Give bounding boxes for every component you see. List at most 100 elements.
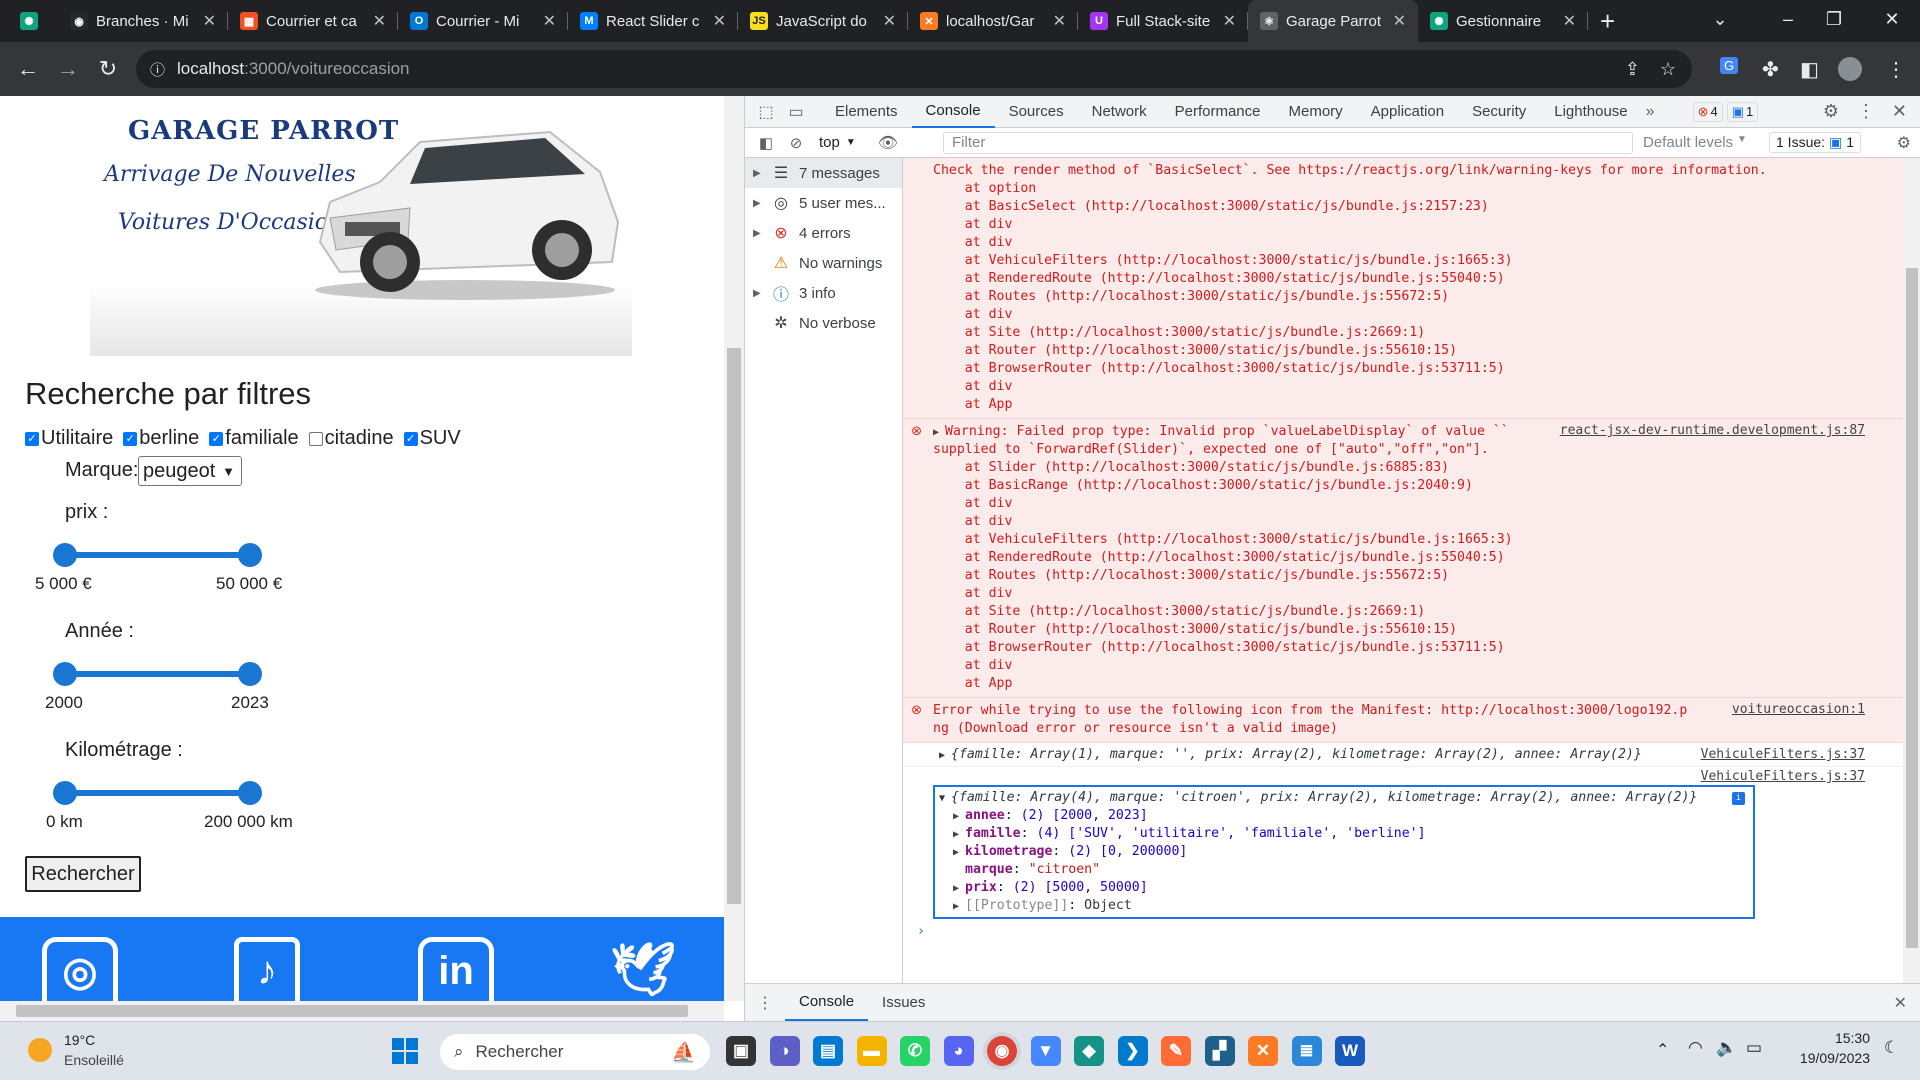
object-property[interactable]: ▶ famille: (4) ['SUV', 'utilitaire', 'fa… — [935, 825, 1753, 843]
drawer-tab-console[interactable]: Console — [785, 985, 869, 1021]
browser-tab[interactable]: M React Slider c ✕ — [568, 0, 738, 42]
new-tab-button[interactable]: + — [1588, 0, 1627, 42]
devtools-tab-memory[interactable]: Memory — [1275, 96, 1357, 128]
expand-triangle-icon[interactable]: ▶ — [953, 847, 965, 858]
object-property[interactable]: ▶ kilometrage: (2) [0, 200000] — [935, 843, 1753, 861]
sidebar-item[interactable]: ▶ ☰ 7 messages — [745, 158, 902, 188]
browser-tab[interactable]: ✕ localhost/Gar ✕ — [908, 0, 1078, 42]
object-info-icon[interactable]: i — [1732, 792, 1745, 805]
extensions-puzzle-icon[interactable]: ✤ — [1762, 57, 1779, 82]
twitter-icon[interactable]: 🕊 — [605, 937, 681, 1001]
devtools-tab-security[interactable]: Security — [1458, 96, 1540, 128]
expand-triangle-icon[interactable]: ▶ — [933, 427, 945, 438]
live-expression-eye-icon[interactable]: 👁 — [878, 133, 898, 153]
annee-min-thumb[interactable] — [53, 662, 77, 686]
mysql-icon[interactable]: ▞ — [1204, 1036, 1235, 1066]
drawer-menu-icon[interactable]: ⋮ — [757, 993, 773, 1013]
page-horizontal-scrollbar[interactable] — [0, 1001, 724, 1021]
console-log-2-expanded[interactable]: ▼ {famille: Array(4), marque: 'citroen', … — [933, 785, 1755, 919]
checkbox-unchecked-icon[interactable] — [308, 431, 323, 446]
object-property[interactable]: ▶ [[Prototype]]: Object — [935, 897, 1753, 915]
checkbox-checked-icon[interactable]: ✓ — [123, 431, 138, 446]
error-counter[interactable]: ⊗ 4 — [1692, 101, 1723, 122]
share-icon[interactable]: ⇪ — [1625, 59, 1640, 80]
browser-tab[interactable]: O Courrier - Mi ✕ — [398, 0, 568, 42]
device-toolbar-icon[interactable]: ▭ — [781, 102, 811, 122]
object-property[interactable]: ▶ prix: (2) [5000, 50000] — [935, 879, 1753, 897]
browser-tab[interactable]: ◉ Branches · Mi ✕ — [58, 0, 228, 42]
message-counter[interactable]: ▣ 1 — [1726, 101, 1759, 122]
tiktok-icon[interactable]: ♪ — [234, 937, 300, 1001]
notifications-moon-icon[interactable]: ☾ — [1884, 1038, 1899, 1058]
tab-search-button[interactable]: ✺ — [0, 0, 58, 42]
discord-icon[interactable]: ◕ — [943, 1036, 974, 1066]
checkbox-citadine[interactable]: citadine — [308, 427, 394, 450]
close-window-button[interactable]: ✕ — [1870, 0, 1914, 38]
sidebar-item[interactable]: ⚠ No warnings — [745, 248, 902, 278]
inspect-element-icon[interactable]: ⬚ — [751, 102, 781, 122]
browser-tab[interactable]: ⚛ Garage Parrot ✕ — [1248, 0, 1418, 42]
expand-triangle-icon[interactable]: ▶ — [953, 901, 965, 912]
windows-start-icon[interactable] — [392, 1038, 418, 1064]
expand-triangle-icon[interactable] — [953, 865, 965, 876]
sidebar-item[interactable]: ▶ ◎ 5 user mes... — [745, 188, 902, 218]
object-property[interactable]: ▶ annee: (2) [2000, 2023] — [935, 807, 1753, 825]
context-selector[interactable]: top ▼ — [819, 134, 856, 151]
address-bar[interactable]: ⓘ localhost:3000/voitureoccasion ⇪ ☆ — [136, 50, 1692, 88]
checkbox-checked-icon[interactable]: ✓ — [403, 431, 418, 446]
site-info-icon[interactable]: ⓘ — [150, 59, 165, 80]
more-tabs-chevron-icon[interactable]: » — [1646, 103, 1655, 121]
checkbox-familiale[interactable]: ✓ familiale — [209, 427, 299, 450]
wifi-icon[interactable]: ◠ — [1688, 1038, 1703, 1058]
gitkraken-icon[interactable]: ◆ — [1074, 1036, 1104, 1066]
close-tab-icon[interactable]: ✕ — [713, 11, 726, 31]
page-vertical-scrollbar[interactable] — [724, 96, 744, 1001]
checkbox-suv[interactable]: ✓ SUV — [403, 427, 461, 450]
expand-triangle-icon[interactable]: ▶ — [953, 811, 965, 822]
prix-slider-track[interactable] — [65, 552, 250, 558]
browser-tab[interactable]: ✺ Gestionnaire ✕ — [1418, 0, 1588, 42]
weather-label[interactable]: Ensoleillé — [64, 1052, 124, 1068]
console-log-1[interactable]: ▶ {famille: Array(1), marque: '', prix: A… — [903, 743, 1903, 767]
km-max-thumb[interactable] — [238, 781, 262, 805]
expand-triangle-icon[interactable]: ▶ — [753, 288, 763, 299]
checkbox-checked-icon[interactable]: ✓ — [25, 431, 39, 446]
profile-avatar[interactable] — [1838, 57, 1862, 81]
devtools-tab-application[interactable]: Application — [1357, 96, 1458, 128]
clock-date[interactable]: 19/09/2023 — [1790, 1050, 1870, 1066]
side-panel-icon[interactable]: ◧ — [1800, 57, 1819, 82]
instagram-icon[interactable]: ◎ — [42, 937, 118, 1001]
expand-triangle-icon[interactable]: ▶ — [953, 829, 965, 840]
close-tab-icon[interactable]: ✕ — [1393, 11, 1406, 31]
reload-button[interactable]: ↻ — [88, 49, 128, 89]
sidebar-item[interactable]: ✲ No verbose — [745, 308, 902, 338]
console-filter-input[interactable]: Filter — [943, 132, 1633, 154]
devtools-tab-sources[interactable]: Sources — [995, 96, 1078, 128]
devtools-tab-elements[interactable]: Elements — [821, 96, 912, 128]
close-tab-icon[interactable]: ✕ — [1053, 11, 1066, 31]
browser-tab[interactable]: ▦ Courrier et ca ✕ — [228, 0, 398, 42]
drawer-tab-issues[interactable]: Issues — [868, 985, 939, 1021]
tab-search-chevron-icon[interactable]: ⌄ — [1698, 0, 1742, 38]
weather-temp[interactable]: 19°C — [64, 1032, 95, 1048]
restore-button[interactable]: ❐ — [1812, 0, 1856, 38]
annee-slider-track[interactable] — [65, 671, 250, 677]
translate-extension-icon[interactable]: G — [1720, 57, 1739, 74]
linkedin-icon[interactable]: in — [418, 937, 494, 1001]
checkbox-utilitaire[interactable]: ✓ Utilitaire — [25, 427, 113, 450]
devtools-tab-console[interactable]: Console — [911, 96, 995, 128]
annee-max-thumb[interactable] — [238, 662, 262, 686]
back-button[interactable]: ← — [8, 49, 48, 89]
km-slider-track[interactable] — [65, 790, 250, 796]
issues-button[interactable]: 1 Issue: ▣ 1 — [1769, 132, 1862, 153]
console-settings-gear-icon[interactable]: ⚙ — [1897, 133, 1911, 153]
expand-triangle-icon[interactable]: ▶ — [753, 198, 763, 209]
settings-gear-icon[interactable]: ⚙ — [1823, 101, 1839, 122]
clear-console-icon[interactable]: ⊘ — [781, 134, 811, 152]
collapse-triangle-icon[interactable]: ▼ — [939, 793, 945, 804]
page-hscroll-thumb[interactable] — [16, 1005, 688, 1017]
close-tab-icon[interactable]: ✕ — [543, 11, 556, 31]
close-tab-icon[interactable]: ✕ — [883, 11, 896, 31]
console-prompt-icon[interactable]: › — [903, 923, 1903, 941]
explorer-icon[interactable]: ▬ — [856, 1036, 887, 1066]
